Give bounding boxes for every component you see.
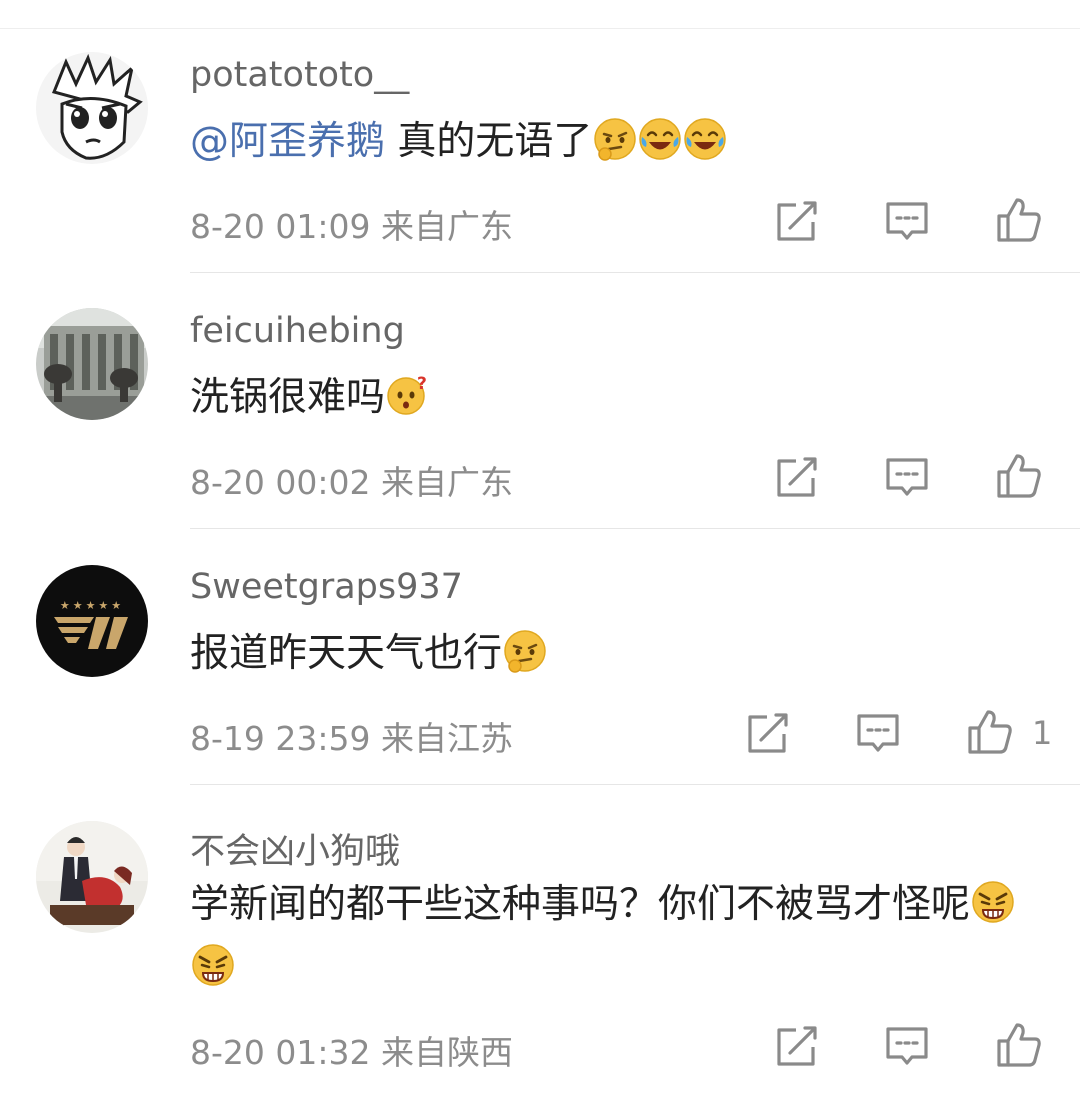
svg-text:★★★★★: ★★★★★ xyxy=(60,599,124,612)
avatar-t1-logo-image: ★★★★★ xyxy=(36,565,148,677)
location: 来自江苏 xyxy=(381,719,513,758)
avatar-building-image xyxy=(36,308,148,420)
comment-text: 洗锅很难吗? xyxy=(190,366,1050,429)
comment-text: 报道昨天天气也行 xyxy=(190,622,1050,685)
thinking-face-emoji xyxy=(593,117,637,161)
location: 来自广东 xyxy=(381,463,513,502)
like-icon[interactable] xyxy=(993,1019,1045,1071)
laughing-tears-emoji xyxy=(638,117,682,161)
svg-text:?: ? xyxy=(417,374,427,394)
reply-comment-icon[interactable] xyxy=(881,451,933,503)
reply-comment-icon[interactable] xyxy=(881,195,933,247)
like-icon[interactable] xyxy=(993,194,1045,246)
laughing-tears-emoji xyxy=(683,117,727,161)
timestamp: 8-20 00:02 xyxy=(190,463,371,502)
puzzled-face-emoji: ? xyxy=(386,373,430,417)
avatar[interactable] xyxy=(36,821,148,933)
username[interactable]: 不会凶小狗哦 xyxy=(190,823,400,874)
comment-divider xyxy=(190,784,1080,785)
comment-meta: 8-20 01:09 来自广东 xyxy=(190,200,513,248)
like-count: 1 xyxy=(1032,714,1053,752)
username[interactable]: feicuihebing xyxy=(190,311,405,351)
comment-body: 报道昨天天气也行 xyxy=(190,631,503,676)
username[interactable]: potatototo__ xyxy=(190,55,409,95)
avatar-anime-boy-image xyxy=(36,52,148,164)
repost-icon[interactable] xyxy=(741,707,793,759)
location: 来自陕西 xyxy=(381,1033,513,1072)
comment-meta: 8-20 00:02 来自广东 xyxy=(190,456,513,504)
like-icon[interactable] xyxy=(993,450,1045,502)
avatar[interactable] xyxy=(36,308,148,420)
reply-comment-icon[interactable] xyxy=(852,707,904,759)
comment-meta: 8-20 01:32 来自陕西 xyxy=(190,1026,513,1074)
avatar-illustration-image xyxy=(36,821,148,933)
location: 来自广东 xyxy=(381,207,513,246)
comment-body: 洗锅很难吗 xyxy=(190,375,386,420)
repost-icon[interactable] xyxy=(770,195,822,247)
top-divider xyxy=(0,28,1080,29)
comment-body: 学新闻的都干些这种事吗？你们不被骂才怪呢 xyxy=(190,882,971,927)
username[interactable]: Sweetgraps937 xyxy=(190,567,463,607)
like-icon[interactable] xyxy=(964,706,1016,758)
thinking-face-emoji xyxy=(503,629,547,673)
timestamp: 8-20 01:09 xyxy=(190,207,371,246)
angry-face-emoji xyxy=(191,943,235,987)
angry-face-emoji xyxy=(971,880,1015,924)
timestamp: 8-19 23:59 xyxy=(190,719,371,758)
avatar[interactable]: ★★★★★ xyxy=(36,565,148,677)
comment-body: 真的无语了 xyxy=(385,119,593,164)
reply-comment-icon[interactable] xyxy=(881,1020,933,1072)
avatar[interactable] xyxy=(36,52,148,164)
repost-icon[interactable] xyxy=(770,1020,822,1072)
comment-text: 学新闻的都干些这种事吗？你们不被骂才怪呢 xyxy=(190,873,1050,999)
comment-meta: 8-19 23:59 来自江苏 xyxy=(190,712,513,760)
repost-icon[interactable] xyxy=(770,451,822,503)
mention-link[interactable]: @阿歪养鹅 xyxy=(190,119,385,164)
comment-divider xyxy=(190,528,1080,529)
comment-text: @阿歪养鹅 真的无语了 xyxy=(190,110,1050,173)
comment-divider xyxy=(190,272,1080,273)
timestamp: 8-20 01:32 xyxy=(190,1033,371,1072)
